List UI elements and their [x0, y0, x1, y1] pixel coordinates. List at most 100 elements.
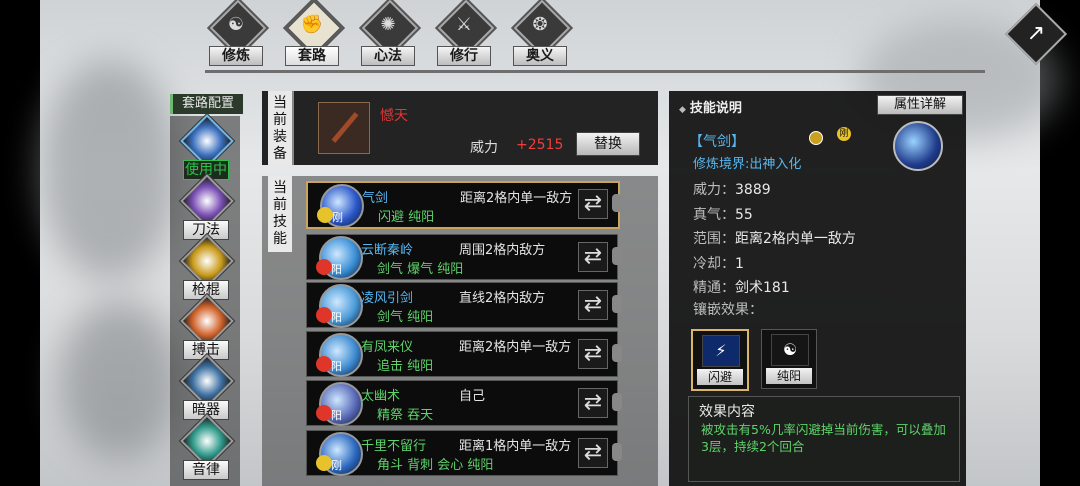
skill-row[interactable]: 刚 千里不留行 距离1格内单一敌方 角斗 背刺 会心 纯阳	[306, 430, 618, 476]
swap-skill-icon[interactable]: ⇄	[578, 438, 608, 468]
skill-type-tag: 刚	[331, 459, 342, 472]
stat-cooldown: 冷却：1	[693, 255, 744, 272]
stat-power: 威力：3889	[693, 182, 771, 198]
power-label: 威力	[470, 140, 498, 156]
sidebar-item-spear[interactable]: 枪棍	[178, 234, 234, 300]
swap-skill-icon[interactable]: ⇄	[578, 189, 608, 219]
mist-bottom-left	[60, 300, 180, 460]
skill-range: 距离2格内单一敌方	[460, 191, 573, 206]
skill-name: 千里不留行	[361, 439, 427, 454]
sidebar-item-hidden-weapon[interactable]: 暗器	[178, 354, 234, 420]
yin-yang-icon: ☯	[771, 334, 809, 366]
skill-traits: 剑气 纯阳	[377, 310, 434, 325]
gem-label: 纯阳	[766, 368, 812, 384]
sidebar-item-blade[interactable]: 刀法	[178, 174, 234, 240]
skill-traits: 精祭 吞天	[377, 408, 434, 423]
slot-knob	[612, 443, 622, 461]
weapon-name: 憾天	[380, 108, 408, 124]
swap-skill-icon[interactable]: ⇄	[578, 339, 608, 369]
stat-range: 范围：距离2格内单一敌方	[693, 231, 856, 247]
detail-title: 技能说明	[679, 97, 742, 116]
tab-icon: ☯	[227, 14, 245, 35]
skill-name: 有凤来仪	[361, 340, 414, 355]
effect-description: 被攻击有5%几率闪避掉当前伤害，可以叠加3层，持续2个回合	[701, 422, 946, 454]
weapon-slot[interactable]	[318, 102, 370, 154]
tab-xiuxing[interactable]: ⚔ 修行	[433, 0, 495, 68]
gem-dodge[interactable]: ⚡ 闪避	[691, 329, 749, 391]
tab-underline	[205, 70, 985, 73]
skill-range: 自己	[459, 389, 486, 404]
tab-label: 套路	[285, 46, 339, 66]
skill-type-badge	[317, 207, 333, 223]
replace-button[interactable]: 替换	[576, 132, 640, 156]
skill-stats: 威力：3889 真气：55 范围：距离2格内单一敌方 冷却：1 精通：剑术181	[693, 179, 856, 302]
sidebar-item-in-use[interactable]: 使用中	[178, 114, 234, 180]
skill-type-badge	[316, 307, 332, 323]
sword-weapon-icon	[331, 112, 359, 143]
slot-knob	[612, 393, 622, 411]
tab-xinfa[interactable]: ✺ 心法	[357, 0, 419, 68]
close-icon: ↗	[1026, 21, 1046, 46]
sidebar: 使用中 刀法 枪棍 搏击 暗器 音律	[170, 114, 240, 486]
current-skills-panel: 当前技能 刚气剑 距离2格内单一敌方 闪避 纯阳 ⇄ 阳云断秦岭 周围2格内敌方 剑气 爆气…	[262, 176, 658, 486]
tab-icon: ⚔	[455, 14, 473, 35]
tab-label: 奥义	[513, 46, 567, 66]
skill-type-tag: 阳	[331, 311, 342, 324]
skill-row[interactable]: 刚 气剑 距离2格内单一敌方 闪避 纯阳	[306, 181, 620, 229]
skill-range: 周围2格内敌方	[459, 243, 546, 258]
compass-icon	[809, 131, 823, 145]
slot-knob	[612, 194, 622, 212]
skill-type-badge	[316, 455, 332, 471]
tab-label: 修炼	[209, 46, 263, 66]
swap-skill-icon[interactable]: ⇄	[578, 388, 608, 418]
sidebar-item-music[interactable]: 音律	[178, 414, 234, 480]
tab-aoyi[interactable]: ❂ 奥义	[509, 0, 571, 68]
skill-range: 直线2格内敌方	[459, 291, 546, 306]
skill-traits: 剑气 爆气 纯阳	[377, 262, 464, 277]
skill-type-tag: 阳	[331, 409, 342, 422]
skill-traits: 追击 纯阳	[377, 359, 434, 374]
slot-knob	[612, 344, 622, 362]
tab-icon: ✺	[380, 14, 396, 35]
skill-name: 太幽术	[361, 389, 401, 404]
skill-type-tag: 刚	[332, 211, 343, 224]
detail-skill-name: 【气剑】	[689, 134, 745, 150]
sidebar-item-label: 音律	[183, 460, 229, 480]
effect-content-box: 效果内容 被攻击有5%几率闪避掉当前伤害，可以叠加3层，持续2个回合	[688, 396, 960, 482]
skill-row[interactable]: 阳 云断秦岭 周围2格内敌方剑气 爆气 纯阳	[306, 234, 618, 280]
top-tab-bar: ☯ 修炼 ✊ 套路 ✺ 心法 ⚔ 修行 ❂ 奥义	[205, 0, 571, 68]
tab-label: 心法	[361, 46, 415, 66]
tab-icon: ✊	[300, 14, 324, 35]
gem-label: 闪避	[697, 369, 743, 385]
inlay-effect-label: 镶嵌效果：	[693, 302, 763, 318]
swap-skill-icon[interactable]: ⇄	[578, 290, 608, 320]
skill-type-tag: 阳	[331, 263, 342, 276]
sidebar-title: 套路配置	[170, 94, 243, 114]
sidebar-item-fist[interactable]: 搏击	[178, 294, 234, 360]
mist-left	[40, 60, 180, 280]
swap-skill-icon[interactable]: ⇄	[578, 242, 608, 272]
gang-badge-icon: 刚	[837, 127, 851, 141]
skill-type-tag: 阳	[331, 360, 342, 373]
skill-type-badge	[316, 259, 332, 275]
power-value: +2515	[516, 137, 564, 153]
tab-xiulian[interactable]: ☯ 修炼	[205, 0, 267, 68]
tab-taolu[interactable]: ✊ 套路	[281, 0, 343, 68]
equipment-vertical-label: 当前装备	[268, 91, 294, 165]
skill-range: 距离2格内单一敌方	[459, 340, 572, 355]
skill-row[interactable]: 阳 有凤来仪 距离2格内单一敌方追击 纯阳	[306, 331, 618, 377]
left-letterbox	[0, 0, 40, 486]
gem-yang[interactable]: ☯ 纯阳	[761, 329, 817, 389]
skill-name: 凌风引剑	[361, 291, 414, 306]
skill-type-badge	[316, 356, 332, 372]
stat-qi: 真气：55	[693, 206, 753, 223]
dodge-icon: ⚡	[702, 335, 740, 367]
qi-sword-skill-icon	[893, 121, 943, 171]
slot-knob	[612, 295, 622, 313]
attribute-details-button[interactable]: 属性详解	[877, 95, 963, 115]
skill-traits: 角斗 背刺 会心 纯阳	[377, 458, 494, 473]
skill-name: 云断秦岭	[361, 243, 414, 258]
stat-mastery: 精通：剑术181	[693, 280, 790, 296]
skill-row[interactable]: 阳 太幽术 自己精祭 吞天	[306, 380, 618, 426]
skill-row[interactable]: 阳 凌风引剑 直线2格内敌方剑气 纯阳	[306, 282, 618, 328]
